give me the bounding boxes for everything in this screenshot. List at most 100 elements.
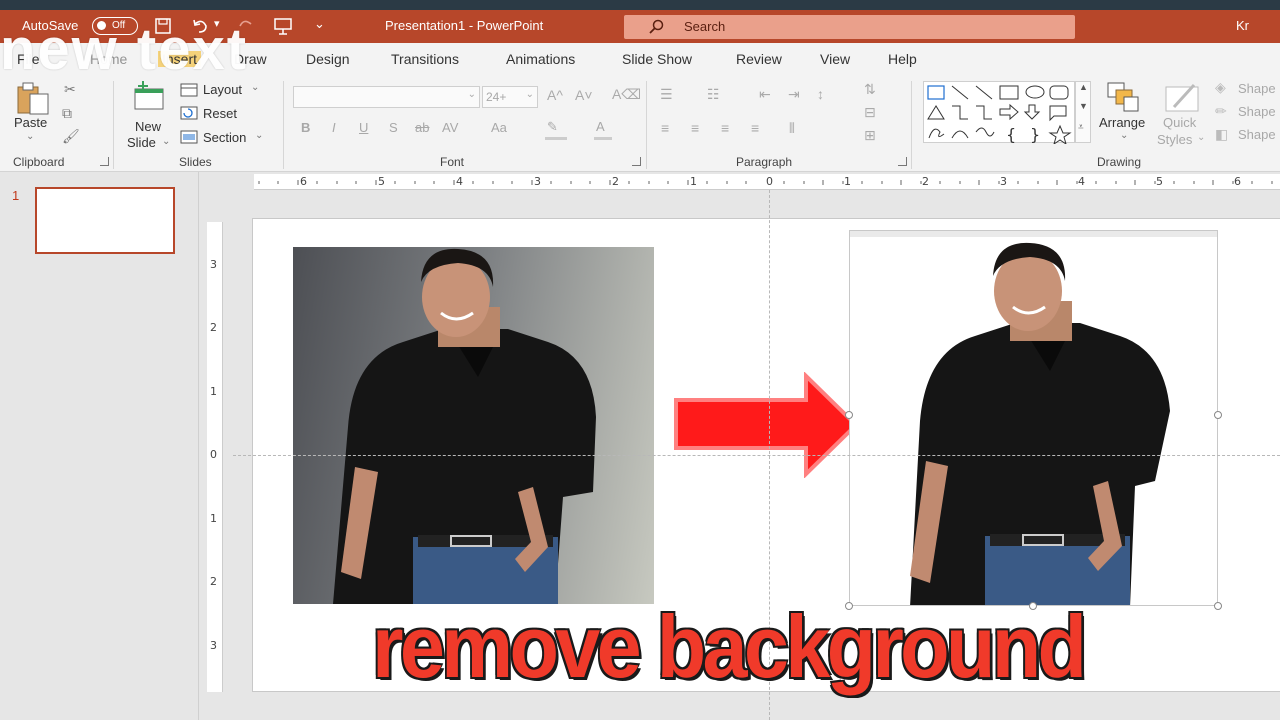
justify-icon[interactable]: ≡ <box>751 120 759 136</box>
start-presentation-icon[interactable] <box>273 16 293 36</box>
clipboard-group-label: Clipboard <box>13 155 65 169</box>
font-size-field[interactable]: 24+ ⌄ <box>482 86 538 108</box>
new-slide-label-2[interactable]: Slide <box>127 135 156 150</box>
align-center-icon[interactable]: ≡ <box>691 120 699 136</box>
highlight-icon[interactable]: ✎ <box>547 119 558 135</box>
underline-button[interactable]: U <box>359 120 368 135</box>
quick-styles-label-1[interactable]: Quick <box>1163 115 1196 130</box>
shapes-gallery[interactable]: { } <box>923 81 1075 146</box>
numbering-icon[interactable]: ☷ <box>707 86 720 103</box>
separator <box>646 81 647 169</box>
layout-label[interactable]: Layout <box>203 82 242 97</box>
font-color-button[interactable]: A <box>596 119 605 134</box>
gallery-down-icon[interactable]: ▼ <box>1079 101 1088 111</box>
increase-indent-icon[interactable]: ⇥ <box>788 86 800 103</box>
resize-handle-right[interactable] <box>1214 411 1222 419</box>
copy-icon[interactable]: ⧉ <box>62 105 72 122</box>
decrease-font-icon[interactable]: A˅ <box>575 87 593 103</box>
headline-overlay: remove background <box>372 597 1087 696</box>
italic-button[interactable]: I <box>332 120 336 135</box>
tab-transitions[interactable]: Transitions <box>391 51 459 67</box>
new-slide-icon[interactable] <box>131 81 167 111</box>
gallery-up-icon[interactable]: ▲ <box>1079 82 1088 92</box>
right-arrow-shape[interactable] <box>672 372 862 478</box>
font-name-dropdown-icon[interactable]: ⌄ <box>468 89 476 100</box>
top-overlay-text: new text <box>0 17 249 82</box>
user-initials[interactable]: Kr <box>1236 18 1249 33</box>
slide-thumbnail[interactable] <box>35 187 175 254</box>
tab-slide-show[interactable]: Slide Show <box>622 51 692 67</box>
search-box[interactable]: Search <box>624 15 1075 39</box>
new-slide-dropdown-icon[interactable]: ⌄ <box>162 136 170 147</box>
resize-handle-left[interactable] <box>845 411 853 419</box>
arrange-label[interactable]: Arrange <box>1099 115 1145 130</box>
clipboard-launcher-icon[interactable] <box>100 157 109 166</box>
section-label[interactable]: Section <box>203 130 246 145</box>
person-figure <box>333 248 596 604</box>
smartart-icon[interactable]: ⊞ <box>864 127 876 144</box>
ruler-number: 3 <box>210 258 217 271</box>
decrease-indent-icon[interactable]: ⇤ <box>759 86 771 103</box>
quick-styles-icon[interactable] <box>1164 81 1202 115</box>
change-case-button[interactable]: Aa <box>491 120 507 135</box>
gallery-more-icon[interactable]: ⩡ <box>1078 122 1084 133</box>
shape-effects-icon[interactable]: ◧ <box>1215 126 1228 143</box>
align-right-icon[interactable]: ≡ <box>721 120 729 136</box>
horizontal-ruler[interactable]: 6 5 4 3 2 1 0 1 2 3 4 5 6 <box>254 174 1280 190</box>
paste-label[interactable]: Paste <box>14 115 47 130</box>
clear-formatting-icon[interactable]: A⌫ <box>612 86 641 103</box>
shape-outline-icon[interactable]: ✏ <box>1215 103 1227 120</box>
tab-view[interactable]: View <box>820 51 850 67</box>
reset-label[interactable]: Reset <box>203 106 237 121</box>
shadow-button[interactable]: S <box>389 120 398 135</box>
section-icon[interactable] <box>180 130 198 144</box>
bold-button[interactable]: B <box>301 120 310 135</box>
customize-qat-icon[interactable]: ⌄ <box>314 16 325 32</box>
quick-styles-dropdown-icon[interactable]: ⌄ <box>1197 132 1205 143</box>
paste-icon[interactable] <box>14 81 52 115</box>
line-spacing-icon[interactable]: ↕ <box>817 86 824 102</box>
columns-icon[interactable]: ⫴ <box>789 120 795 137</box>
format-painter-icon[interactable]: 🖌 <box>62 128 80 145</box>
layout-icon[interactable] <box>180 83 198 97</box>
tab-help[interactable]: Help <box>888 51 917 67</box>
font-name-field[interactable]: ⌄ <box>293 86 480 108</box>
vertical-ruler[interactable]: 3 2 1 0 1 2 3 <box>207 222 223 692</box>
font-size-dropdown-icon[interactable]: ⌄ <box>526 89 534 100</box>
ruler-number: 1 <box>210 512 217 525</box>
paste-dropdown-icon[interactable]: ⌄ <box>26 131 34 142</box>
svg-text:{: { <box>1006 125 1016 144</box>
character-spacing-icon[interactable]: AV <box>442 120 458 135</box>
original-photo[interactable] <box>293 247 654 604</box>
shape-fill-icon[interactable]: ◈ <box>1215 79 1226 96</box>
font-size-value: 24+ <box>486 90 507 104</box>
strikethrough-icon[interactable]: ab <box>415 120 429 135</box>
bullets-icon[interactable]: ☰ <box>660 86 673 103</box>
new-slide-label-1[interactable]: New <box>135 119 161 134</box>
tab-review[interactable]: Review <box>736 51 782 67</box>
tab-design[interactable]: Design <box>306 51 350 67</box>
background-removed-photo[interactable] <box>849 230 1218 606</box>
font-launcher-icon[interactable] <box>632 157 641 166</box>
shape-fill-label[interactable]: Shape <box>1238 81 1276 96</box>
align-left-icon[interactable]: ≡ <box>661 120 669 136</box>
cut-icon[interactable]: ✂ <box>64 81 76 98</box>
resize-handle-bottom-right[interactable] <box>1214 602 1222 610</box>
person-figure-cutout <box>850 231 1217 605</box>
reset-icon[interactable] <box>180 106 198 120</box>
font-group-label: Font <box>440 155 465 169</box>
text-direction-icon[interactable]: ⇅ <box>864 81 876 98</box>
paragraph-launcher-icon[interactable] <box>898 157 907 166</box>
shapes-gallery-scroll[interactable]: ▲ ▼ ⩡ <box>1075 81 1091 143</box>
arrange-dropdown-icon[interactable]: ⌄ <box>1120 130 1128 141</box>
align-text-icon[interactable]: ⊟ <box>864 104 876 121</box>
section-dropdown-icon[interactable]: ⌄ <box>255 130 263 141</box>
shape-outline-label[interactable]: Shape <box>1238 104 1276 119</box>
layout-dropdown-icon[interactable]: ⌄ <box>251 82 259 93</box>
arrange-icon[interactable] <box>1106 81 1142 113</box>
increase-font-icon[interactable]: A^ <box>547 87 563 103</box>
quick-styles-label-2[interactable]: Styles <box>1157 132 1192 147</box>
shape-effects-label[interactable]: Shape <box>1238 127 1276 142</box>
tab-animations[interactable]: Animations <box>506 51 575 67</box>
ruler-number: 1 <box>210 385 217 398</box>
